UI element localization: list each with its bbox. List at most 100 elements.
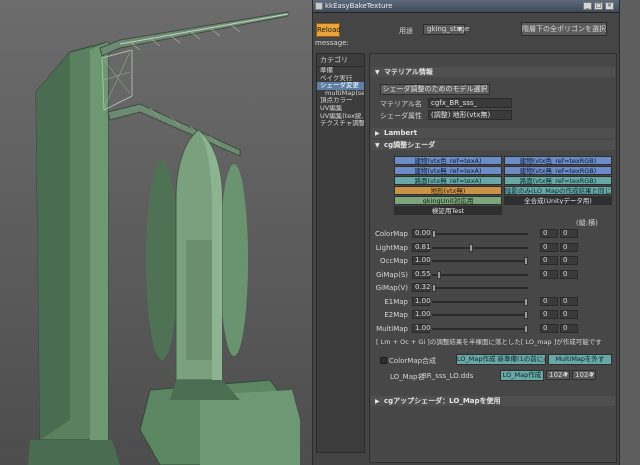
- lambert-section-header[interactable]: ▶ Lambert: [371, 128, 615, 138]
- slider-knob[interactable]: [524, 297, 528, 306]
- cg-up-shader-section-header[interactable]: ▶ cgアップシェーダ：LO_Mapを使用: [371, 396, 615, 406]
- expand-right-icon: ▶: [375, 130, 380, 137]
- lo-map-note: [ Lm + Oc + Gi ]の調整結果を半裸面に落とした[ LO_map ]…: [376, 338, 602, 346]
- preset-building-novtx-texRGB[interactable]: 建物(vtx無_ref=texRGB): [504, 166, 612, 175]
- param-uv-h-field[interactable]: 0: [560, 256, 578, 265]
- slider-knob[interactable]: [436, 270, 441, 279]
- usage-dropdown[interactable]: gking_stage ▼: [423, 24, 469, 35]
- param-uv-v-field[interactable]: 0: [540, 242, 558, 252]
- param-value-field[interactable]: 0.81: [412, 242, 431, 252]
- preset-road-novtx-texA[interactable]: 路面(vtx無_ref=texA): [394, 176, 502, 185]
- preset-building-novtx-texA[interactable]: 建物(vtx無_ref=texA): [394, 166, 502, 175]
- param-slider[interactable]: [432, 230, 528, 238]
- param-value-field[interactable]: 0.00: [412, 229, 431, 238]
- category-item-uv-edit[interactable]: UV編集: [317, 105, 364, 113]
- slider-knob[interactable]: [524, 311, 528, 319]
- category-item-multimap[interactable]: multiMap(set...: [317, 90, 364, 98]
- slider-knob[interactable]: [524, 257, 528, 265]
- preset-terrain-novtx[interactable]: 地形(vtx無): [394, 186, 502, 195]
- category-list: カテゴリ 準備 ベイク実行 シェーダ変更 multiMap(set... 頂点カ…: [316, 53, 365, 453]
- param-value-field[interactable]: 1.00: [412, 310, 431, 319]
- chevron-down-icon: ▼: [590, 372, 594, 378]
- maximize-button[interactable]: □: [594, 2, 603, 10]
- param-uv-h-field[interactable]: 0: [560, 229, 578, 238]
- lo-map-prepare-button[interactable]: LO_Map作成 新準備(1の前に必須): [456, 354, 546, 365]
- material-name-field[interactable]: cgfx_BR_sss_: [428, 98, 512, 108]
- select-model-button[interactable]: シェーダ調整のためのモデル選択: [380, 84, 490, 95]
- param-slider[interactable]: [432, 324, 528, 333]
- slider-knob[interactable]: [432, 284, 436, 292]
- category-header: カテゴリ: [317, 54, 364, 67]
- preset-full-compose[interactable]: 全合成(Unityデータ用): [504, 196, 612, 205]
- category-item-texture-adjust[interactable]: テクスチャ調整: [317, 120, 364, 128]
- param-value-field[interactable]: 1.00: [412, 323, 431, 333]
- param-slider[interactable]: [432, 284, 528, 292]
- rocket-tower-model: [28, 11, 301, 465]
- expand-right-icon: ▶: [375, 398, 380, 405]
- title-bar[interactable]: kkEasyBakeTexture _ □ ×: [313, 0, 619, 13]
- message-label: message:: [315, 39, 349, 47]
- preset-road-novtx-texRGB[interactable]: 路面(vtx無_ref=texRGB): [504, 176, 612, 185]
- easybake-window: kkEasyBakeTexture _ □ × Reload message: …: [312, 0, 620, 465]
- shader-attr-field: (調整) 地形(vtx無): [428, 110, 512, 120]
- app-icon: [315, 2, 323, 10]
- param-slider[interactable]: [432, 270, 528, 279]
- multimap-remove-button[interactable]: MultiMapを外す: [548, 354, 612, 365]
- param-uv-v-field[interactable]: 0: [540, 310, 558, 319]
- category-item-shader[interactable]: シェーダ変更: [317, 82, 364, 90]
- lo-map-create-button[interactable]: LO_Map作成: [500, 370, 544, 381]
- param-slider[interactable]: [432, 243, 528, 252]
- slider-knob[interactable]: [432, 230, 436, 238]
- param-uv-v-field[interactable]: 0: [540, 296, 558, 306]
- expand-down-icon: ▼: [375, 142, 380, 149]
- size-width-dropdown[interactable]: 1024 ▼: [546, 370, 570, 380]
- category-item-vertex-color[interactable]: 頂点カラー: [317, 97, 364, 105]
- colormap-compose-label: ColorMap合成: [389, 357, 437, 365]
- minimize-button[interactable]: _: [583, 2, 592, 10]
- category-item-prepare[interactable]: 準備: [317, 67, 364, 75]
- chevron-down-icon: ▼: [564, 372, 568, 378]
- param-slider[interactable]: [432, 257, 528, 265]
- lo-map-name-label: LO_Map名: [390, 373, 425, 381]
- param-uv-h-field[interactable]: 0: [560, 296, 578, 306]
- param-label: ColorMap: [374, 230, 408, 238]
- preset-building-vtx-texRGB[interactable]: 建物(vtx色_ref=texRGB): [504, 156, 612, 165]
- select-all-polygons-button[interactable]: 階層下の全ポリゴンを選択: [521, 22, 607, 36]
- material-section-header[interactable]: ▼ マテリアル情報: [371, 67, 615, 77]
- preset-shadow-only[interactable]: 陰影のみ(LO_Mapの作成結果と同じ): [504, 186, 612, 195]
- colormap-compose-checkbox[interactable]: [380, 357, 387, 364]
- param-uv-v-field[interactable]: 0: [540, 229, 558, 238]
- param-value-field[interactable]: 1.00: [412, 296, 431, 306]
- param-uv-v-field[interactable]: 0: [540, 323, 558, 333]
- preset-test[interactable]: 検証用Test: [394, 206, 502, 215]
- param-label: GiMap(S): [375, 270, 408, 279]
- param-value-field[interactable]: 0.32: [412, 283, 431, 292]
- usage-value: gking_stage: [427, 25, 470, 33]
- category-item-bake[interactable]: ベイク実行: [317, 75, 364, 83]
- maya-viewport[interactable]: [0, 0, 312, 465]
- param-uv-h-field[interactable]: 0: [560, 310, 578, 319]
- usage-label: 用途: [399, 27, 413, 35]
- param-label: E2Map: [384, 311, 408, 319]
- param-label: E1Map: [384, 297, 408, 306]
- preset-gkingunit[interactable]: gkingUnit対応用: [394, 196, 502, 205]
- slider-knob[interactable]: [524, 324, 528, 333]
- shader-attr-label: シェーダ属性: [380, 112, 422, 120]
- param-value-field[interactable]: 0.55: [412, 269, 431, 279]
- param-uv-v-field[interactable]: 0: [540, 256, 558, 265]
- reload-button[interactable]: Reload: [316, 23, 341, 37]
- cg-shader-section-header[interactable]: ▼ cg調整シェーダ: [371, 140, 615, 150]
- close-button[interactable]: ×: [605, 2, 614, 10]
- slider-knob[interactable]: [468, 243, 473, 252]
- param-uv-h-field[interactable]: 0: [560, 242, 578, 252]
- size-height-dropdown[interactable]: 1024 ▼: [572, 370, 596, 380]
- param-slider[interactable]: [432, 311, 528, 319]
- category-item-uv-edit-tex[interactable]: UV編集(tex統...: [317, 113, 364, 121]
- param-uv-v-field[interactable]: 0: [540, 269, 558, 279]
- param-slider[interactable]: [432, 297, 528, 306]
- preset-building-vtx-texA[interactable]: 建物(vtx色_ref=texA): [394, 156, 502, 165]
- window-title: kkEasyBakeTexture: [325, 2, 393, 10]
- param-uv-h-field[interactable]: 0: [560, 269, 578, 279]
- param-uv-h-field[interactable]: 0: [560, 323, 578, 333]
- param-value-field[interactable]: 1.00: [412, 256, 431, 265]
